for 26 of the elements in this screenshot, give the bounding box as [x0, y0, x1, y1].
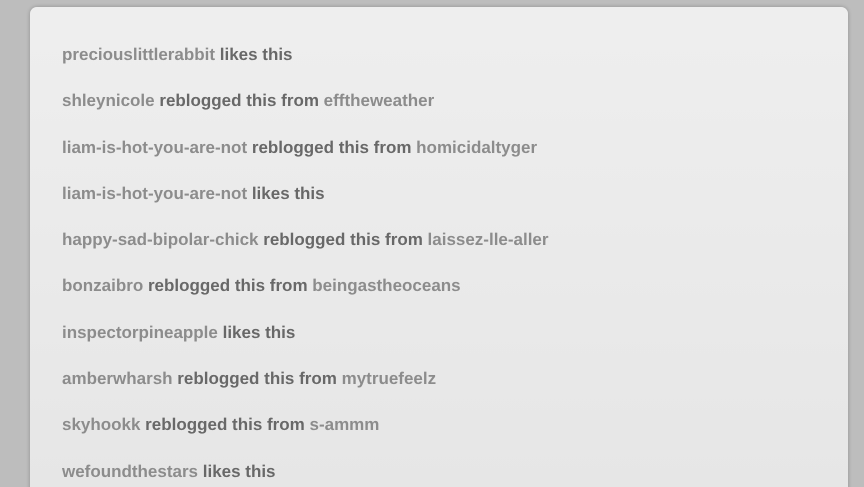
user-link[interactable]: homicidaltyger	[416, 138, 538, 157]
note-text: happy-sad-bipolar-chick reblogged this from laissez-lle-aller	[62, 229, 549, 252]
note-text: preciouslittlerabbit likes this	[62, 44, 293, 66]
user-link[interactable]: wefoundthestars	[62, 462, 198, 481]
user-link[interactable]: efftheweather	[324, 91, 434, 110]
user-link[interactable]: mytruefeelz	[342, 369, 436, 388]
note-text: liam-is-hot-you-are-not likes this	[62, 182, 325, 205]
user-link[interactable]: amberwharsh	[62, 369, 173, 388]
note-text: wefoundthestars likes this	[62, 460, 276, 483]
note-text: amberwharsh reblogged this from mytruefeelz	[62, 368, 436, 390]
user-link[interactable]: liam-is-hot-you-are-not	[62, 184, 248, 203]
user-link[interactable]: inspectorpineapple	[62, 322, 218, 342]
note-text: shleynicole reblogged this from efftheweather	[62, 90, 434, 112]
note-text: bonzaibro reblogged this from beingastheoceans	[62, 275, 461, 298]
user-link[interactable]: preciouslittlerabbit	[62, 45, 216, 64]
user-link[interactable]: skyhookk	[62, 415, 140, 434]
user-link[interactable]: s-ammm	[310, 415, 380, 434]
user-link[interactable]: laissez-lle-aller	[428, 230, 549, 250]
user-link[interactable]: liam-is-hot-you-are-not	[62, 138, 248, 157]
user-link[interactable]: shleynicole	[62, 91, 155, 110]
user-link[interactable]: happy-sad-bipolar-chick	[62, 230, 258, 250]
note-text: inspectorpineapple likes this	[62, 322, 296, 344]
note-text: skyhookk reblogged this from s-ammm	[62, 414, 380, 436]
note-text: liam-is-hot-you-are-not reblogged this from homicidaltyger	[62, 136, 538, 159]
user-link[interactable]: beingastheoceans	[312, 276, 461, 296]
user-link[interactable]: bonzaibro	[62, 276, 144, 296]
